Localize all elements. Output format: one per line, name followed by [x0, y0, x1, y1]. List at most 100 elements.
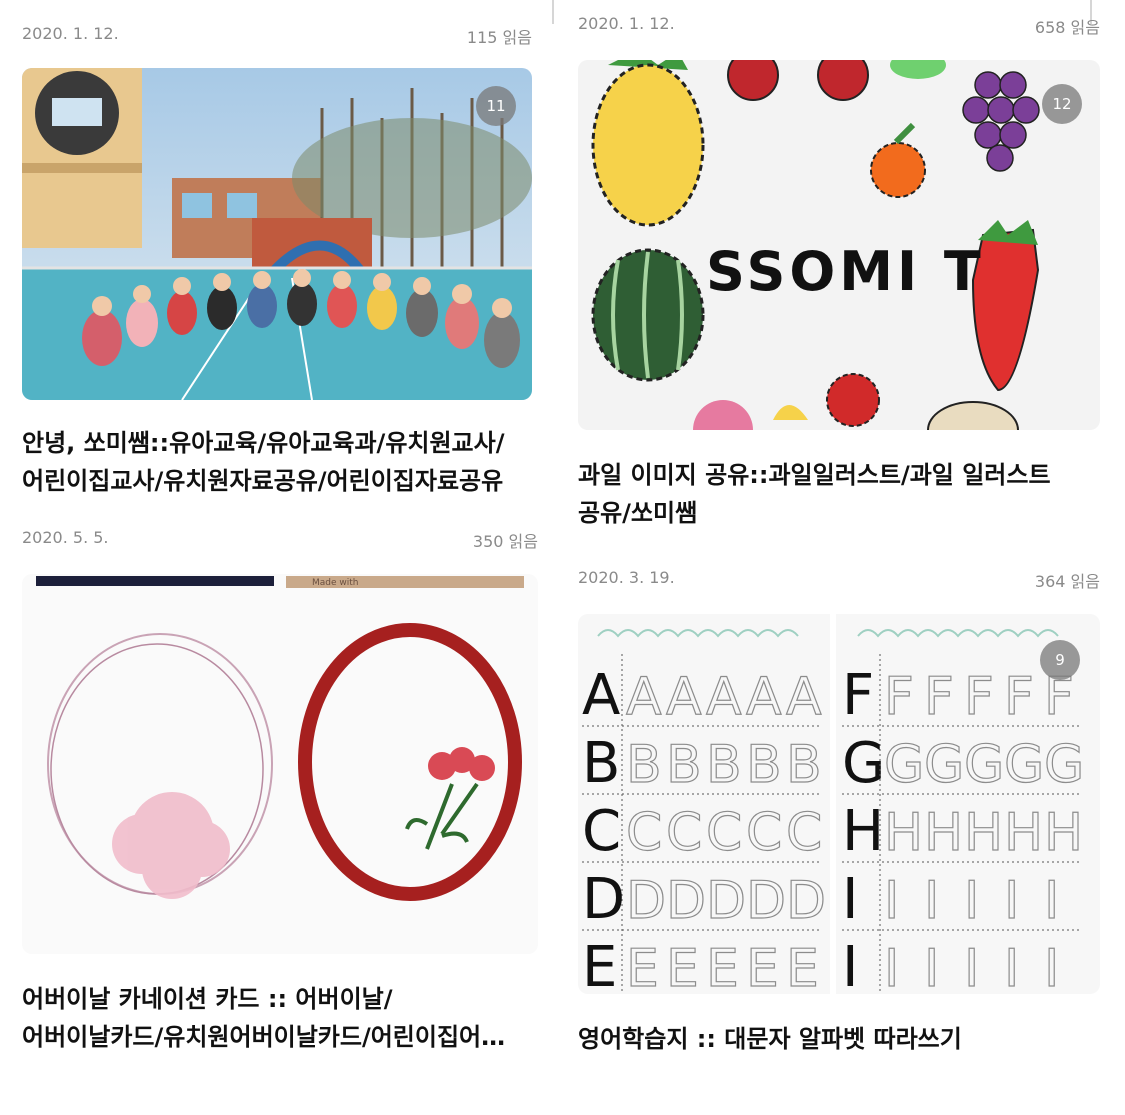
post-thumbnail[interactable]: SSOMI T 12 [578, 60, 1100, 430]
fruit-illustration: SSOMI T [578, 60, 1078, 430]
post-title-line: 안녕, 쏘미쌤::유아교육/유아교육과/유치원교사/ [22, 429, 505, 457]
worksheet-trace-letter: F [884, 667, 914, 727]
post-title-line: 어버이날 카네이션 카드 :: 어버이날/ [22, 985, 393, 1013]
worksheet-trace-letter: H [1044, 803, 1083, 863]
read-count: 115 읽음 [466, 28, 532, 47]
worksheet-trace-letter: I [964, 939, 979, 994]
column-divider [552, 0, 554, 24]
worksheet-trace-letter: D [786, 871, 826, 931]
image-count-badge: 9 [1040, 640, 1080, 680]
carnation-card-image: Made with [22, 574, 538, 954]
post-card[interactable]: 2020. 1. 12. 115 읽음 11 안녕, 쏘미쌤::유아교육/유아교… [22, 20, 532, 510]
worksheet-trace-letter: A [666, 667, 702, 727]
worksheet-trace-letter: G [924, 735, 964, 795]
worksheet-trace-letter: E [626, 939, 659, 994]
worksheet-trace-letter: A [746, 667, 782, 727]
worksheet-trace-letter: B [666, 735, 702, 795]
worksheet-trace-letter: I [1044, 871, 1059, 931]
worksheet-trace-letter: A [786, 667, 822, 727]
post-title-line: 영어학습지 :: 대문자 알파벳 따라쓰기 [578, 1025, 962, 1053]
post-date: 2020. 1. 12. [22, 24, 119, 43]
worksheet-trace-letter: C [666, 803, 702, 863]
worksheet-trace-letter: G [1004, 735, 1044, 795]
worksheet-trace-letter: B [786, 735, 822, 795]
worksheet-trace-letter: D [666, 871, 706, 931]
worksheet-letter: E [582, 935, 617, 994]
image-count-badge: 11 [476, 86, 516, 126]
worksheet-letter: I [842, 867, 859, 932]
post-thumbnail[interactable]: AAAAAABBBBBBCCCCCCDDDDDDEEEEEE FFFFFFGGG… [578, 614, 1100, 994]
image-caption: Made with [312, 578, 359, 588]
post-meta: 2020. 5. 5. 350 읽음 [22, 524, 538, 554]
worksheet-trace-letter: F [1004, 667, 1034, 727]
post-title[interactable]: 영어학습지 :: 대문자 알파벳 따라쓰기 [578, 1020, 1100, 1060]
worksheet-trace-letter: C [706, 803, 742, 863]
worksheet-letter: A [582, 663, 620, 728]
post-card[interactable]: 2020. 3. 19. 364 읽음 AAAAAABBBBBBCCCCCCDD… [578, 564, 1100, 1064]
worksheet-trace-letter: D [746, 871, 786, 931]
post-meta: 2020. 1. 12. 658 읽음 [578, 10, 1100, 40]
worksheet-trace-letter: B [746, 735, 782, 795]
worksheet-trace-letter: D [626, 871, 666, 931]
playground-photo [22, 68, 532, 400]
worksheet-trace-letter: H [884, 803, 923, 863]
post-meta: 2020. 3. 19. 364 읽음 [578, 564, 1100, 594]
read-count: 364 읽음 [1034, 572, 1100, 591]
worksheet-trace-letter: I [884, 871, 899, 931]
worksheet-trace-letter: E [666, 939, 699, 994]
worksheet-trace-letter: H [964, 803, 1003, 863]
post-date: 2020. 5. 5. [22, 528, 109, 547]
worksheet-trace-letter: I [884, 939, 899, 994]
post-date: 2020. 1. 12. [578, 14, 675, 33]
worksheet-letter: C [582, 799, 621, 864]
worksheet-letter: G [842, 731, 885, 796]
post-title-line: 어버이날카드/유치원어버이날카드/어린이집어… [22, 1023, 506, 1051]
image-caption: SSOMI T [706, 240, 985, 303]
post-thumbnail[interactable]: 11 [22, 68, 532, 400]
worksheet-trace-letter: F [964, 667, 994, 727]
worksheet-trace-letter: E [786, 939, 819, 994]
post-card[interactable]: 2020. 1. 12. 658 읽음 SSOMI T 12 과일 이미지 공유… [578, 10, 1100, 550]
worksheet-trace-letter: I [1044, 939, 1059, 994]
worksheet-trace-letter: G [884, 735, 924, 795]
worksheet-trace-letter: G [1044, 735, 1084, 795]
post-title[interactable]: 과일 이미지 공유::과일일러스트/과일 일러스트 공유/쏘미쌤 [578, 456, 1100, 536]
worksheet-letter: F [842, 663, 874, 728]
post-card[interactable]: 2020. 5. 5. 350 읽음 Made with 어버이날 카네이션 카… [22, 524, 538, 1084]
post-title-line: 과일 이미지 공유::과일일러스트/과일 일러스트 [578, 461, 1051, 489]
worksheet-trace-letter: B [706, 735, 742, 795]
image-count-badge: 12 [1042, 84, 1082, 124]
worksheet-trace-letter: D [706, 871, 746, 931]
worksheet-trace-letter: I [924, 871, 939, 931]
post-title-line: 어린이집교사/유치원자료공유/어린이집자료공유 [22, 467, 504, 495]
worksheet-trace-letter: I [1004, 871, 1019, 931]
worksheet-trace-letter: I [1004, 939, 1019, 994]
worksheet-trace-letter: G [964, 735, 1004, 795]
worksheet-trace-letter: F [924, 667, 954, 727]
worksheet-trace-letter: A [706, 667, 742, 727]
post-meta: 2020. 1. 12. 115 읽음 [22, 20, 532, 50]
worksheet-letter: H [842, 799, 884, 864]
worksheet-trace-letter: I [924, 939, 939, 994]
post-title-line: 공유/쏘미쌤 [578, 499, 698, 527]
alphabet-worksheet-image: A A A A A AB B B B B BC C C C C CD D D D D DE E E E E E F F F F F FGG G… [578, 614, 1100, 994]
read-count: 658 읽음 [1034, 18, 1100, 37]
worksheet-letter: I [842, 935, 859, 994]
worksheet-trace-letter: H [1004, 803, 1043, 863]
post-date: 2020. 3. 19. [578, 568, 675, 587]
worksheet-trace-letter: H [924, 803, 963, 863]
worksheet-letter: B [582, 731, 620, 796]
worksheet-trace-letter: B [626, 735, 662, 795]
read-count: 350 읽음 [472, 532, 538, 551]
post-title[interactable]: 어버이날 카네이션 카드 :: 어버이날/ 어버이날카드/유치원어버이날카드/어… [22, 980, 538, 1060]
worksheet-trace-letter: I [964, 871, 979, 931]
worksheet-trace-letter: C [626, 803, 662, 863]
post-title[interactable]: 안녕, 쏘미쌤::유아교육/유아교육과/유치원교사/ 어린이집교사/유치원자료공… [22, 424, 532, 504]
worksheet-trace-letter: E [706, 939, 739, 994]
worksheet-trace-letter: C [746, 803, 782, 863]
worksheet-trace-letter: A [626, 667, 662, 727]
worksheet-letter: D [582, 867, 625, 932]
worksheet-trace-letter: E [746, 939, 779, 994]
post-thumbnail[interactable]: Made with [22, 574, 538, 954]
worksheet-trace-letter: C [786, 803, 822, 863]
